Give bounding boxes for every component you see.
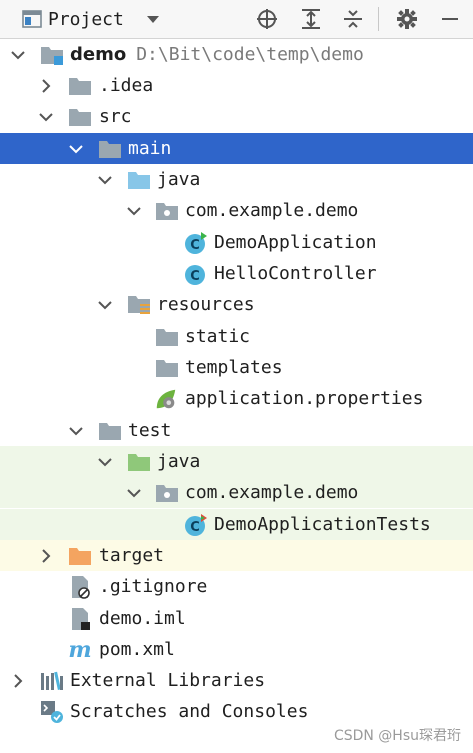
file-label: pom.xml	[99, 639, 175, 660]
chevron-down-icon[interactable]	[95, 289, 115, 320]
module-path: D:\Bit\code\temp\demo	[136, 44, 364, 65]
svg-text:C: C	[190, 520, 200, 535]
node-label: Scratches and Consoles	[70, 701, 309, 722]
select-opened-file-icon[interactable]	[255, 0, 279, 38]
folder-label: target	[99, 545, 165, 566]
chevron-down-icon[interactable]	[124, 477, 144, 508]
folder-icon	[98, 419, 122, 443]
chevron-down-icon[interactable]	[66, 415, 86, 446]
package-label: com.example.demo	[185, 482, 359, 503]
file-label: application.properties	[185, 388, 424, 409]
tree-row-idea[interactable]: .idea	[0, 70, 473, 101]
chevron-down-icon[interactable]	[124, 195, 144, 226]
expand-all-icon[interactable]	[299, 0, 323, 38]
project-toolbar: Project	[0, 0, 473, 39]
tree-row-target[interactable]: target	[0, 540, 473, 571]
class-icon: C	[184, 262, 208, 286]
tree-row-hello-controller[interactable]: C HelloController	[0, 258, 473, 289]
folder-icon	[155, 325, 179, 349]
maven-icon: m	[68, 637, 92, 663]
svg-text:C: C	[190, 238, 200, 253]
tree-row-demo-application[interactable]: C DemoApplication	[0, 227, 473, 258]
collapse-all-icon[interactable]	[341, 0, 365, 38]
folder-icon	[68, 74, 92, 98]
project-view-title: Project	[48, 8, 124, 30]
chevron-down-icon[interactable]	[8, 39, 28, 70]
tree-row-demo-application-tests[interactable]: C DemoApplicationTests	[0, 509, 473, 540]
chevron-down-icon[interactable]	[95, 164, 115, 195]
tree-row-templates[interactable]: templates	[0, 352, 473, 383]
folder-label: java	[157, 169, 201, 190]
chevron-down-icon	[146, 9, 160, 30]
chevron-down-icon[interactable]	[66, 133, 86, 164]
module-name: demo	[70, 44, 127, 65]
folder-label: templates	[185, 357, 283, 378]
tree-row-test[interactable]: test	[0, 415, 473, 446]
tree-row-pom[interactable]: m pom.xml	[0, 634, 473, 665]
tree-row-demo-iml[interactable]: demo.iml	[0, 603, 473, 634]
excluded-folder-icon	[68, 544, 92, 568]
tree-row-application-properties[interactable]: application.properties	[0, 383, 473, 414]
chevron-right-icon[interactable]	[8, 665, 28, 696]
class-label: DemoApplication	[214, 232, 377, 253]
tree-row-test-java[interactable]: java	[0, 446, 473, 477]
gear-icon[interactable]	[395, 0, 419, 38]
folder-label: .idea	[99, 75, 154, 96]
package-icon	[155, 481, 179, 505]
chevron-right-icon[interactable]	[36, 540, 56, 571]
folder-label: src	[99, 106, 132, 127]
tree-row-main-package[interactable]: com.example.demo	[0, 195, 473, 226]
toolbar-divider	[377, 0, 379, 38]
folder-label: resources	[157, 294, 255, 315]
scratches-icon	[40, 700, 64, 724]
tree-row-demo[interactable]: demo D:\Bit\code\temp\demo	[0, 39, 473, 70]
tree-row-main-java[interactable]: java	[0, 164, 473, 195]
project-view-selector[interactable]: Project	[48, 0, 160, 38]
tree-row-gitignore[interactable]: .gitignore	[0, 571, 473, 602]
chevron-right-icon[interactable]	[36, 70, 56, 101]
module-folder-icon	[40, 43, 64, 67]
package-icon	[155, 199, 179, 223]
folder-label: java	[157, 451, 201, 472]
folder-icon	[155, 356, 179, 380]
folder-icon	[98, 137, 122, 161]
file-label: demo.iml	[99, 608, 186, 629]
libraries-icon	[40, 669, 64, 693]
iml-file-icon	[68, 607, 92, 631]
folder-label: static	[185, 326, 251, 347]
minimize-icon[interactable]	[440, 0, 460, 38]
class-label: DemoApplicationTests	[214, 514, 431, 535]
tree-row-main[interactable]: main	[0, 133, 473, 164]
spring-class-icon: C	[184, 231, 208, 255]
package-label: com.example.demo	[185, 200, 359, 221]
source-folder-icon	[127, 168, 151, 192]
tree-row-scratches[interactable]: Scratches and Consoles	[0, 696, 473, 727]
folder-icon	[68, 105, 92, 129]
chevron-down-icon[interactable]	[36, 101, 56, 132]
folder-label: test	[128, 420, 172, 441]
tree-row-src[interactable]: src	[0, 101, 473, 132]
watermark: CSDN @Hsu琛君珩	[333, 728, 461, 744]
node-label: External Libraries	[70, 670, 266, 691]
tree-row-static[interactable]: static	[0, 321, 473, 352]
svg-text:C: C	[190, 269, 200, 284]
class-label: HelloController	[214, 263, 377, 284]
ignore-file-icon	[68, 575, 92, 599]
tree-row-test-package[interactable]: com.example.demo	[0, 477, 473, 508]
spring-properties-icon	[154, 387, 178, 411]
test-folder-icon	[127, 450, 151, 474]
chevron-down-icon[interactable]	[95, 446, 115, 477]
file-label: .gitignore	[99, 576, 208, 597]
tree-row-resources[interactable]: resources	[0, 289, 473, 320]
tree-row-external-libraries[interactable]: External Libraries	[0, 665, 473, 696]
resources-folder-icon	[127, 293, 151, 317]
folder-label: main	[128, 138, 172, 159]
test-class-icon: C	[184, 513, 208, 537]
project-view-icon	[20, 0, 44, 38]
